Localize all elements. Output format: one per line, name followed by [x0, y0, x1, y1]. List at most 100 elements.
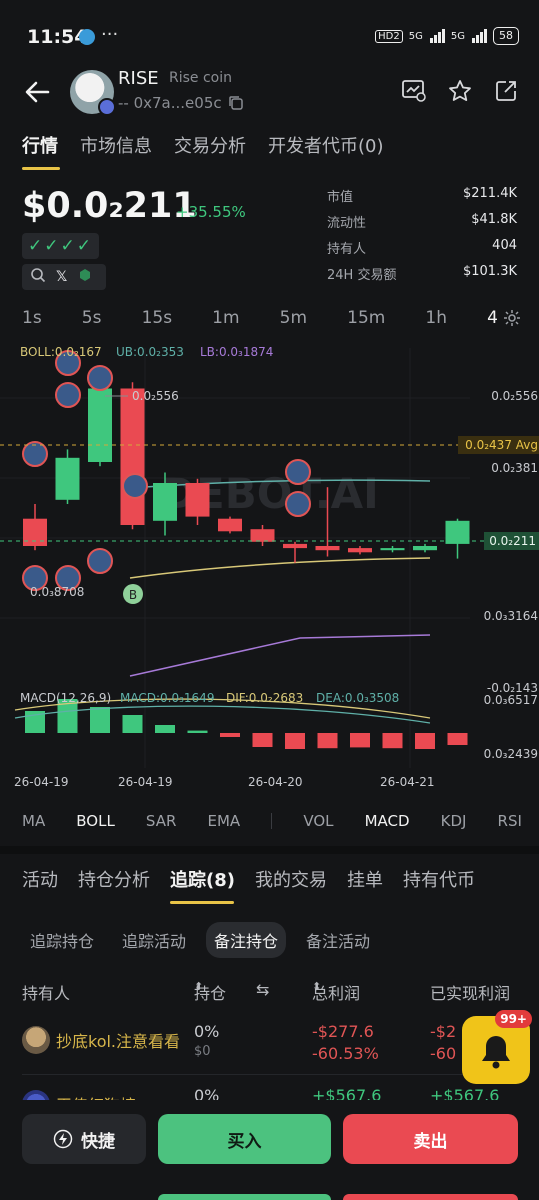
realized-profit-pct: -60 — [430, 1044, 457, 1063]
interval-selector: 1s 5s 15s 1m 5m 15m 1h 4 — [22, 308, 522, 328]
bottom-action-bar: 快捷 买入 卖出 — [0, 1100, 539, 1200]
price-change: +35.55% — [176, 203, 246, 221]
col-realized-profit[interactable]: 已实现利润 — [430, 980, 510, 1004]
current-price-label: 0.0₂211 — [489, 534, 536, 548]
candle-body — [250, 529, 275, 542]
subtab-note-activity[interactable]: 备注活动 — [298, 922, 378, 958]
macd-bar — [415, 733, 435, 749]
interval-5m[interactable]: 5m — [280, 308, 307, 328]
tab-my-trades[interactable]: 我的交易 — [255, 866, 327, 892]
boll-lb-label: LB:0.0₃1874 — [200, 345, 273, 359]
interval-4h[interactable]: 4 — [487, 308, 522, 328]
tab-holdings-analysis[interactable]: 持仓分析 — [78, 866, 150, 892]
candle-body — [315, 546, 340, 551]
subtab-note-holdings[interactable]: 备注持仓 — [206, 922, 287, 958]
holder-name: 抄底kol.注意看看 — [56, 1032, 181, 1051]
macd-bar — [252, 733, 273, 747]
subtab-track-holdings[interactable]: 追踪持仓 — [22, 922, 102, 958]
trader-marker — [122, 473, 148, 499]
table-row[interactable]: 抄底kol.注意看看 0% $0 -$277.6 -60.53% -$2 -60 — [22, 1022, 522, 1086]
interval-15m[interactable]: 15m — [347, 308, 385, 328]
bot-icon[interactable] — [77, 267, 93, 287]
back-button[interactable] — [22, 76, 54, 108]
indicator-vol[interactable]: VOL — [303, 812, 333, 830]
candle-body — [413, 546, 437, 551]
stat-liquidity: 流动性 $41.8K — [327, 212, 517, 231]
stat-24h-volume: 24H 交易额 $101.3K — [327, 264, 517, 283]
swap-icon[interactable]: ⇆ — [256, 980, 269, 999]
candle-body — [120, 388, 145, 525]
buy-button[interactable]: 买入 — [158, 1114, 331, 1164]
macd-bar — [382, 733, 403, 749]
sell-button[interactable]: 卖出 — [343, 1114, 518, 1164]
stat-market-cap: 市值 $211.4K — [327, 186, 517, 205]
x-twitter-icon[interactable]: 𝕏 — [56, 269, 67, 285]
signal-icon-2 — [471, 29, 487, 43]
interval-1m[interactable]: 1m — [212, 308, 239, 328]
boll-label: BOLL:0.0₂167 — [20, 345, 102, 359]
macd-bar — [220, 733, 240, 737]
sort-icon: ⬍ — [194, 980, 204, 993]
alerts-button[interactable]: 99+ — [462, 1010, 532, 1084]
chart-alert-icon[interactable] — [401, 78, 427, 104]
candle-body — [445, 520, 470, 544]
trader-marker — [285, 459, 311, 485]
network-1: 5G — [408, 30, 423, 42]
axis-label: 0.0₃3164 — [484, 609, 538, 623]
row-divider — [22, 1074, 522, 1075]
macd-bar — [317, 733, 338, 749]
price-chart[interactable]: DEBOT.AI B BOLL:0.0₂167 UB:0.0₂353 LB:0.0₃… — [0, 338, 539, 798]
high-price-label: 0.0₂556 — [132, 389, 179, 403]
lightning-icon — [53, 1129, 73, 1149]
x-axis-label: 26-04-21 — [380, 775, 434, 789]
indicator-macd[interactable]: MACD — [365, 812, 410, 830]
trader-marker — [55, 382, 81, 408]
macd-bar — [447, 733, 468, 745]
x-axis-label: 26-04-19 — [14, 775, 68, 789]
realized-profit: -$2 — [430, 1022, 457, 1041]
tab-market-info[interactable]: 市场信息 — [80, 132, 152, 158]
tab-trade-analysis[interactable]: 交易分析 — [174, 132, 246, 158]
macd-label: MACD(12,26,9) — [20, 691, 111, 705]
indicator-rsi[interactable]: RSI — [498, 812, 522, 830]
safety-checks[interactable]: ✓✓✓✓ — [22, 233, 99, 259]
interval-1h[interactable]: 1h — [425, 308, 447, 328]
indicator-kdj[interactable]: KDJ — [441, 812, 467, 830]
interval-15s[interactable]: 15s — [142, 308, 173, 328]
macd-bar — [155, 725, 175, 733]
search-icon[interactable] — [30, 267, 46, 287]
arrow-left-icon — [25, 81, 50, 103]
indicator-ema[interactable]: EMA — [207, 812, 240, 830]
copy-icon[interactable] — [228, 95, 244, 111]
tab-activity[interactable]: 活动 — [22, 866, 58, 892]
chain-icon — [98, 98, 116, 116]
indicator-boll[interactable]: BOLL — [76, 812, 115, 830]
interval-5s[interactable]: 5s — [82, 308, 102, 328]
trader-marker — [87, 548, 113, 574]
total-profit: -$277.6 — [312, 1022, 374, 1041]
share-icon[interactable] — [493, 78, 519, 104]
macd-bar — [187, 730, 208, 733]
candle-body — [218, 518, 242, 532]
total-profit-pct: -60.53% — [312, 1044, 379, 1063]
bottom-strip — [0, 1194, 539, 1200]
macd-bar — [90, 707, 110, 733]
indicator-ma[interactable]: MA — [22, 812, 45, 830]
quick-trade-button[interactable]: 快捷 — [22, 1114, 146, 1164]
buy-marker-label: B — [129, 588, 137, 602]
section-tabs: 活动 持仓分析 追踪(8) 我的交易 挂单 持有代币 — [22, 866, 475, 904]
tab-holding-tokens[interactable]: 持有代币 — [403, 866, 475, 892]
candle-body — [380, 548, 405, 551]
star-icon[interactable] — [447, 78, 473, 104]
col-holder: 持有人 — [22, 984, 71, 1003]
indicator-sar[interactable]: SAR — [146, 812, 176, 830]
tab-market[interactable]: 行情 — [22, 132, 60, 170]
token-address[interactable]: -- 0x7a...e05c — [118, 94, 244, 112]
tab-tracking[interactable]: 追踪(8) — [170, 866, 235, 904]
tab-dev-tokens[interactable]: 开发者代币(0) — [268, 132, 384, 158]
section-divider — [0, 846, 539, 854]
subtab-track-activity[interactable]: 追踪活动 — [114, 922, 194, 958]
interval-1s[interactable]: 1s — [22, 308, 42, 328]
axis-label: 0.0₂556 — [491, 389, 538, 403]
tab-orders[interactable]: 挂单 — [347, 866, 383, 892]
